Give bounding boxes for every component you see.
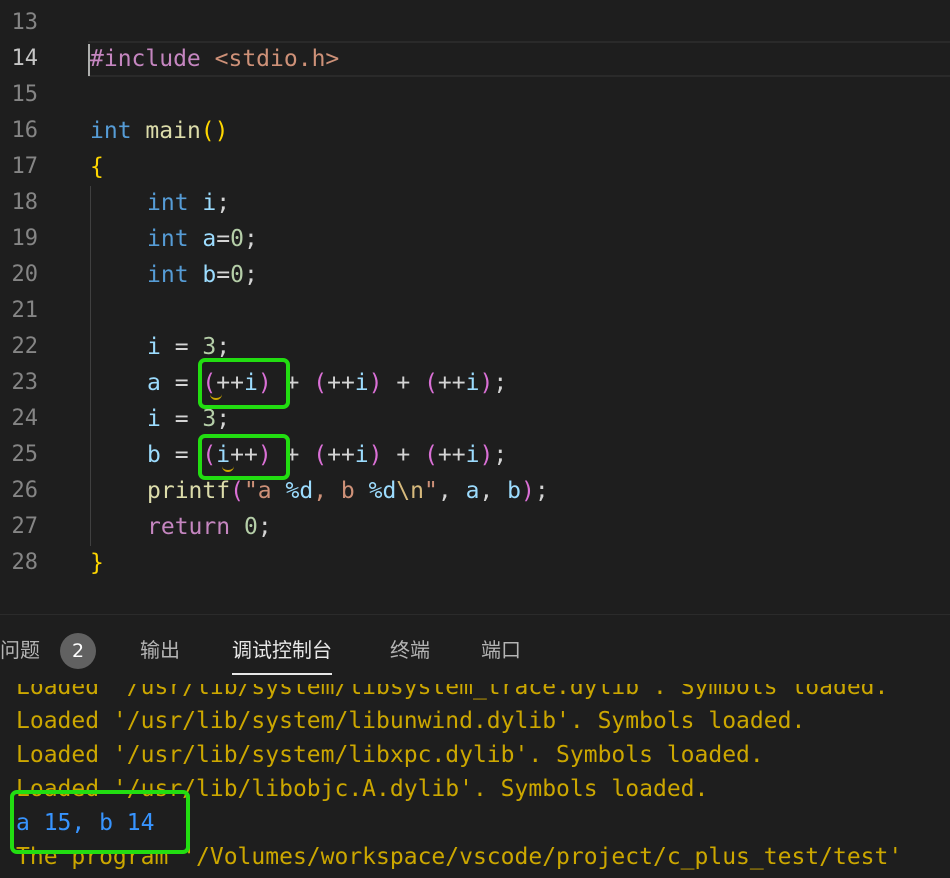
code-line-24[interactable]: 24 i = 3;	[0, 401, 950, 437]
code-line-16[interactable]: 16 int main()	[0, 113, 950, 149]
code-line-18[interactable]: 18 int i;	[0, 185, 950, 221]
code-line-22[interactable]: 22 i = 3;	[0, 329, 950, 365]
code-text: int b=0;	[147, 262, 258, 288]
highlight-box-output	[10, 790, 190, 854]
code-text: int main()	[90, 118, 229, 144]
line-number: 24	[11, 406, 39, 431]
line-number: 21	[11, 298, 39, 323]
code-text: #include <stdio.h>	[90, 46, 340, 72]
line-number: 28	[11, 550, 39, 575]
tab-output[interactable]: 输出	[140, 615, 180, 683]
line-number: 13	[11, 10, 39, 35]
code-line-21[interactable]: 21	[0, 293, 950, 329]
text-cursor	[88, 44, 90, 76]
console-line: Loaded '/usr/lib/system/libxpc.dylib'. S…	[16, 742, 764, 768]
line-number: 26	[11, 478, 39, 503]
line-number: 16	[11, 118, 39, 143]
code-line-14[interactable]: 14 #include <stdio.h>	[0, 41, 950, 77]
code-text: return 0;	[147, 514, 272, 540]
problems-count-badge: 2	[60, 633, 96, 669]
tab-debug-console[interactable]: 调试控制台	[232, 615, 332, 683]
code-line-19[interactable]: 19 int a=0;	[0, 221, 950, 257]
tab-terminal[interactable]: 终端	[390, 615, 430, 683]
code-line-20[interactable]: 20 int b=0;	[0, 257, 950, 293]
code-line-15[interactable]: 15	[0, 77, 950, 113]
code-line-23[interactable]: 23 a = (++i) + (++i) + (++i);	[0, 365, 950, 401]
code-line-28[interactable]: 28 }	[0, 545, 950, 581]
code-text: int i;	[147, 190, 231, 216]
console-line: Loaded '/usr/lib/system/libsystem_trace.…	[16, 684, 889, 700]
line-number: 20	[11, 262, 39, 287]
tab-problems[interactable]: 问题	[0, 615, 40, 683]
line-number: 22	[11, 334, 39, 359]
tab-ports[interactable]: 端口	[481, 615, 521, 683]
code-line-25[interactable]: 25 b = (i++) + (++i) + (++i);	[0, 437, 950, 473]
line-number: 19	[11, 226, 39, 251]
line-number: 14	[11, 46, 39, 71]
highlight-box-preincrement	[198, 358, 290, 409]
code-line-26[interactable]: 26 printf("a %d, b %d\n", a, b);	[0, 473, 950, 509]
line-number: 25	[11, 442, 39, 467]
code-line-13[interactable]: 13	[0, 5, 950, 41]
highlight-box-postincrement	[198, 434, 290, 480]
code-text: }	[90, 550, 104, 576]
debug-console-output[interactable]: Loaded '/usr/lib/system/libsystem_trace.…	[0, 684, 950, 878]
console-line: Loaded '/usr/lib/system/libunwind.dylib'…	[16, 708, 806, 734]
code-text: {	[90, 154, 104, 180]
line-number: 15	[11, 82, 39, 107]
code-line-17[interactable]: 17 {	[0, 149, 950, 185]
code-line-27[interactable]: 27 return 0;	[0, 509, 950, 545]
line-number: 27	[11, 514, 39, 539]
line-number: 23	[11, 370, 39, 395]
line-number: 17	[11, 154, 39, 179]
code-text: int a=0;	[147, 226, 258, 252]
panel-tab-bar: 问题 2 输出 调试控制台 终端 端口	[0, 614, 950, 685]
line-number: 18	[11, 190, 39, 215]
code-editor[interactable]: 13 14 #include <stdio.h> 15 16 int main(…	[0, 0, 950, 614]
